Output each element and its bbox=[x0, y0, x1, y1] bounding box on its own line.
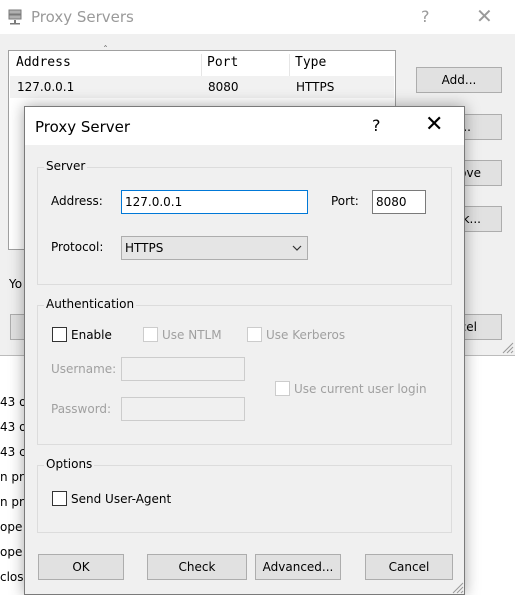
help-icon[interactable]: ? bbox=[421, 7, 430, 26]
server-group bbox=[37, 167, 452, 285]
authentication-group-label: Authentication bbox=[44, 297, 137, 311]
proxy-servers-title: Proxy Servers bbox=[31, 8, 134, 26]
log-line: ope bbox=[0, 520, 23, 534]
protocol-value: HTTPS bbox=[125, 241, 164, 255]
send-user-agent-checkbox[interactable] bbox=[52, 491, 67, 506]
options-group-label: Options bbox=[44, 457, 95, 471]
check-button[interactable]: Check bbox=[147, 554, 247, 580]
use-kerberos-checkbox[interactable] bbox=[247, 327, 262, 342]
close-icon[interactable]: ✕ bbox=[425, 112, 443, 137]
log-line: ope bbox=[0, 545, 23, 559]
column-divider[interactable] bbox=[201, 54, 202, 76]
dialog-titlebar[interactable]: Proxy Server ? ✕ bbox=[25, 107, 464, 145]
column-header-port[interactable]: Port bbox=[207, 51, 238, 75]
row-address: 127.0.0.1 bbox=[17, 80, 75, 94]
password-label: Password: bbox=[51, 402, 112, 416]
dialog-title: Proxy Server bbox=[35, 118, 131, 136]
proxy-servers-titlebar: Proxy Servers ? ✕ bbox=[0, 0, 515, 34]
server-icon bbox=[8, 9, 22, 25]
add-button[interactable]: Add... bbox=[416, 67, 502, 93]
enable-checkbox[interactable] bbox=[52, 327, 67, 342]
close-icon[interactable]: ✕ bbox=[476, 4, 493, 28]
log-line: 43 o bbox=[0, 395, 27, 409]
use-current-user-login-checkbox[interactable] bbox=[275, 381, 290, 396]
use-kerberos-label[interactable]: Use Kerberos bbox=[266, 328, 345, 342]
port-field[interactable]: 8080 bbox=[372, 190, 426, 214]
server-group-label: Server bbox=[44, 159, 88, 173]
help-icon[interactable]: ? bbox=[372, 116, 381, 135]
proxy-server-dialog: Proxy Server ? ✕ Server Address: 127.0.0… bbox=[24, 106, 465, 595]
use-ntlm-checkbox[interactable] bbox=[143, 327, 158, 342]
column-header-address[interactable]: Address bbox=[16, 51, 71, 75]
sort-ascending-icon: ˆ bbox=[103, 45, 108, 56]
enable-label[interactable]: Enable bbox=[71, 328, 112, 342]
send-user-agent-label[interactable]: Send User-Agent bbox=[71, 492, 171, 506]
column-divider[interactable] bbox=[289, 54, 290, 76]
cancel-button[interactable]: Cancel bbox=[365, 554, 453, 580]
use-ntlm-label[interactable]: Use NTLM bbox=[162, 328, 222, 342]
row-type: HTTPS bbox=[296, 80, 335, 94]
column-header-type[interactable]: Type bbox=[295, 51, 326, 75]
protocol-select[interactable]: HTTPS bbox=[121, 236, 308, 260]
resize-grip-icon[interactable] bbox=[500, 340, 514, 354]
address-label: Address: bbox=[51, 194, 103, 208]
chevron-down-icon bbox=[292, 245, 302, 251]
ok-button[interactable]: OK bbox=[38, 554, 124, 580]
username-label: Username: bbox=[51, 362, 117, 376]
advanced-button[interactable]: Advanced... bbox=[255, 554, 341, 580]
password-field[interactable] bbox=[121, 397, 245, 421]
log-line: 43 o bbox=[0, 420, 27, 434]
row-port: 8080 bbox=[208, 80, 239, 94]
address-field[interactable]: 127.0.0.1 bbox=[121, 190, 308, 214]
protocol-label: Protocol: bbox=[51, 240, 104, 254]
resize-grip-icon[interactable] bbox=[450, 580, 464, 594]
username-field[interactable] bbox=[121, 357, 245, 381]
port-label: Port: bbox=[331, 194, 359, 208]
use-current-user-login-label[interactable]: Use current user login bbox=[294, 382, 427, 396]
info-text: Yo bbox=[9, 277, 23, 291]
